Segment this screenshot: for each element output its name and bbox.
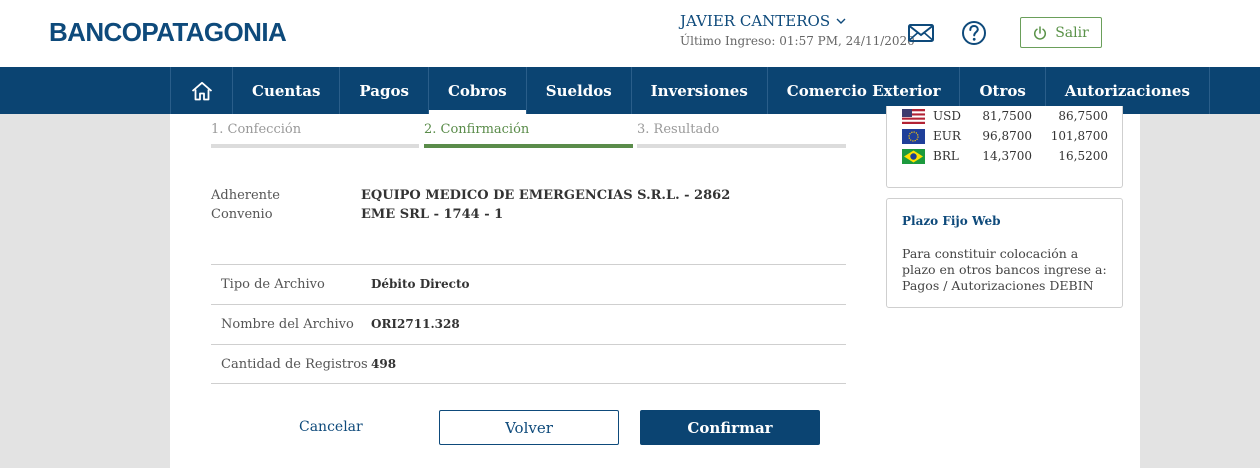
step-bar xyxy=(637,144,846,148)
fx-currency: USD xyxy=(933,109,961,123)
last-login: Último Ingreso: 01:57 PM, 24/11/2020 xyxy=(680,34,915,48)
step-bar xyxy=(424,144,633,148)
fx-row-brl: BRL 14,3700 16,5200 xyxy=(902,148,1112,164)
top-header: BANCOPATAGONIA JAVIER CANTEROS Último In… xyxy=(0,0,1260,67)
help-icon xyxy=(962,21,986,45)
user-menu[interactable]: JAVIER CANTEROS xyxy=(680,12,915,30)
back-button[interactable]: Volver xyxy=(439,410,619,445)
nav-pagos[interactable]: Pagos xyxy=(339,67,428,114)
nav-inversiones[interactable]: Inversiones xyxy=(630,67,767,114)
step-confirmacion: 2. Confirmación xyxy=(424,118,633,148)
fx-buy: 81,7500 xyxy=(982,109,1032,123)
main-card: 1. Confección 2. Confirmación 3. Resulta… xyxy=(170,106,1140,468)
fx-sell: 86,7500 xyxy=(1058,109,1108,123)
bank-logo[interactable]: BANCOPATAGONIA xyxy=(49,17,287,48)
fx-currency: EUR xyxy=(933,129,961,143)
step-label: 2. Confirmación xyxy=(424,122,530,137)
adherente-label: Adherente xyxy=(211,188,280,203)
fx-row-eur: EUR 96,8700 101,8700 xyxy=(902,128,1112,144)
nav-cuentas[interactable]: Cuentas xyxy=(232,67,339,114)
step-resultado: 3. Resultado xyxy=(637,118,846,148)
fx-buy: 96,8700 xyxy=(982,129,1032,143)
user-info: JAVIER CANTEROS Último Ingreso: 01:57 PM… xyxy=(680,12,915,48)
step-label: 3. Resultado xyxy=(637,122,720,137)
plazo-fijo-text: Para constituir colocación a plazo en ot… xyxy=(902,246,1107,293)
stepper: 1. Confección 2. Confirmación 3. Resulta… xyxy=(211,118,847,148)
nav-home[interactable] xyxy=(170,67,232,114)
us-flag-icon xyxy=(902,109,925,124)
step-bar xyxy=(211,144,419,148)
nav-cobros[interactable]: Cobros xyxy=(427,67,526,114)
table-row: Tipo de Archivo Débito Directo xyxy=(211,264,846,304)
row-value: 498 xyxy=(371,357,397,371)
fx-sell: 16,5200 xyxy=(1058,149,1108,163)
row-value: Débito Directo xyxy=(371,277,470,291)
chevron-down-icon xyxy=(836,18,846,24)
logout-button[interactable]: Salir xyxy=(1020,17,1102,48)
file-details-table: Tipo de Archivo Débito Directo Nombre de… xyxy=(211,264,846,384)
confirm-button[interactable]: Confirmar xyxy=(640,410,820,445)
adherente-value: EQUIPO MEDICO DE EMERGENCIAS S.R.L. - 28… xyxy=(361,188,731,203)
table-row: Nombre del Archivo ORI2711.328 xyxy=(211,304,846,344)
nav-sueldos[interactable]: Sueldos xyxy=(525,67,631,114)
plazo-fijo-panel: Plazo Fijo Web Para constituir colocació… xyxy=(886,198,1123,308)
step-confeccion: 1. Confección xyxy=(211,118,419,148)
plazo-fijo-title[interactable]: Plazo Fijo Web xyxy=(902,214,1000,228)
fx-buy: 14,3700 xyxy=(982,149,1032,163)
row-value: ORI2711.328 xyxy=(371,317,460,331)
table-row: Cantidad de Registros 498 xyxy=(211,344,846,384)
step-label: 1. Confección xyxy=(211,122,302,137)
convenio-label: Convenio xyxy=(211,207,273,222)
fx-currency: BRL xyxy=(933,149,959,163)
row-label: Tipo de Archivo xyxy=(221,277,325,292)
cancel-button[interactable]: Cancelar xyxy=(299,419,363,435)
mail-icon xyxy=(908,24,934,42)
logout-label: Salir xyxy=(1055,24,1089,41)
help-button[interactable] xyxy=(960,19,988,47)
exchange-rates-panel: USD 81,7500 86,7500 EUR 96,8700 101,8700… xyxy=(886,106,1123,188)
home-icon xyxy=(191,81,212,100)
row-label: Cantidad de Registros xyxy=(221,357,368,372)
br-flag-icon xyxy=(902,149,925,164)
row-label: Nombre del Archivo xyxy=(221,317,354,332)
user-name: JAVIER CANTEROS xyxy=(680,12,831,30)
eu-flag-icon xyxy=(902,129,925,144)
fx-row-usd: USD 81,7500 86,7500 xyxy=(902,108,1112,124)
power-icon xyxy=(1034,25,1047,40)
mail-button[interactable] xyxy=(907,19,935,47)
convenio-value: EME SRL - 1744 - 1 xyxy=(361,207,504,222)
fx-sell: 101,8700 xyxy=(1050,129,1108,143)
